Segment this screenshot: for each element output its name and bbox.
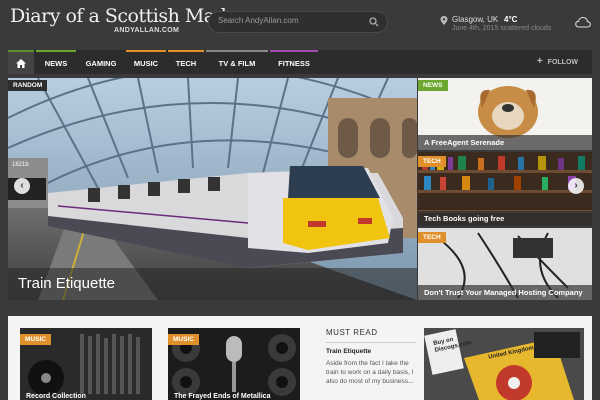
nav-tech[interactable]: TECH xyxy=(168,50,204,74)
search-placeholder: Search AndyAllan.com xyxy=(218,16,299,25)
card-1-tag[interactable]: MUSIC xyxy=(20,334,51,345)
side-post-1-title[interactable]: A FreeAgent Serenade xyxy=(418,135,592,150)
must-read-title[interactable]: Train Etiquette xyxy=(326,348,416,355)
hero-image: 1821b xyxy=(8,78,417,300)
follow-button[interactable]: + FOLLOW xyxy=(537,50,578,74)
logo-subtitle: ANDYALLAN.COM xyxy=(114,27,180,34)
slider-prev-arrow[interactable]: ‹ xyxy=(14,178,30,194)
category-tag-tech-1[interactable]: TECH xyxy=(418,156,446,167)
weather-location: Glasgow, UK xyxy=(452,15,499,24)
main-nav: NEWS GAMING MUSIC TECH TV & FILM FITNESS… xyxy=(8,50,592,74)
card-1-title[interactable]: Record Collection xyxy=(26,393,86,400)
plus-icon: + xyxy=(536,56,543,67)
category-tag-news[interactable]: NEWS xyxy=(418,80,448,91)
home-icon xyxy=(16,59,26,68)
hero-caption: Train Etiquette xyxy=(8,268,417,300)
must-read-widget: MUST READ Train Etiquette Aside from the… xyxy=(326,328,416,386)
category-tag-tech-2[interactable]: TECH xyxy=(418,232,446,243)
post-card-1[interactable]: MUSIC Record Collection xyxy=(20,328,152,400)
card-2-title[interactable]: The Frayed Ends of Metallica xyxy=(174,393,270,400)
must-read-excerpt: Aside from the fact I take the train to … xyxy=(326,360,414,385)
cloud-icon xyxy=(575,16,591,28)
post-card-2[interactable]: MUSIC The Frayed Ends of Metallica xyxy=(168,328,300,400)
nav-tv-film[interactable]: TV & FILM xyxy=(206,50,268,74)
search-icon[interactable] xyxy=(369,17,379,27)
nav-fitness[interactable]: FITNESS xyxy=(270,50,318,74)
site-header: Diary of a Scottish Madman ANDYALLAN.COM… xyxy=(0,0,600,48)
search-input[interactable]: Search AndyAllan.com xyxy=(208,11,388,33)
hero-title[interactable]: Train Etiquette xyxy=(18,275,115,292)
category-tag-random[interactable]: RANDOM xyxy=(8,80,48,91)
station-clock-text: 1821b xyxy=(12,162,29,168)
nav-gaming[interactable]: GAMING xyxy=(78,50,124,74)
nav-music[interactable]: MUSIC xyxy=(126,50,166,74)
card-2-tag[interactable]: MUSIC xyxy=(168,334,199,345)
discogs-ad[interactable]: Buy on Discogs.com United Kingdom xyxy=(424,328,584,400)
must-read-heading: MUST READ xyxy=(326,328,416,343)
nav-home[interactable] xyxy=(8,50,34,74)
nav-news[interactable]: NEWS xyxy=(36,50,76,74)
weather-date: June 4th, 2015 scattered clouds xyxy=(452,25,552,32)
hero-slide[interactable]: 1821b xyxy=(8,78,417,300)
location-pin-icon xyxy=(440,16,448,25)
lower-section: MUSIC Record Collection MUSIC The Frayed… xyxy=(8,316,592,400)
slider-next-arrow[interactable]: › xyxy=(568,178,584,194)
follow-label: FOLLOW xyxy=(547,59,578,66)
weather-temperature: 4°C xyxy=(504,15,518,24)
side-post-3-title[interactable]: Don't Trust Your Managed Hosting Company xyxy=(418,285,592,300)
side-post-2-title[interactable]: Tech Books going free xyxy=(418,211,592,226)
